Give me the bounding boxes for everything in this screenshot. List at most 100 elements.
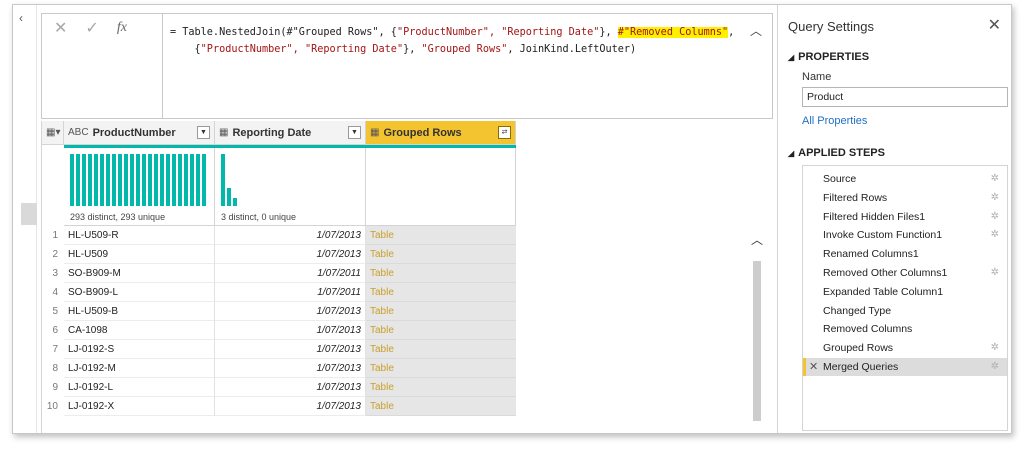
cell-reporting-date[interactable]: 1/07/2013 <box>215 321 366 340</box>
cell-productnumber[interactable]: HL-U509-R <box>64 226 215 245</box>
gear-icon[interactable]: ✲ <box>991 264 999 282</box>
cell-productnumber[interactable]: HL-U509 <box>64 245 215 264</box>
column-header-grouped-rows[interactable]: ▦ Grouped Rows ⇄ <box>366 121 516 145</box>
applied-step[interactable]: Removed Columns <box>803 320 1007 338</box>
cell-productnumber[interactable]: HL-U509-B <box>64 302 215 321</box>
table-row[interactable]: 4 SO-B909-L 1/07/2011 Table <box>42 283 540 302</box>
applied-step[interactable]: Grouped Rows ✲ <box>803 339 1007 357</box>
formula-part: }, <box>403 44 422 55</box>
table-row[interactable]: 7 LJ-0192-S 1/07/2013 Table <box>42 340 540 359</box>
cell-reporting-date[interactable]: 1/07/2013 <box>215 302 366 321</box>
commit-icon[interactable]: ✓ <box>85 18 98 38</box>
applied-step[interactable]: Expanded Table Column1 <box>803 283 1007 301</box>
gear-icon[interactable]: ✲ <box>991 170 999 188</box>
applied-step[interactable]: ✕ Merged Queries ✲ <box>803 358 1007 376</box>
formula-bar[interactable]: ✕ ✓ fx = Table.NestedJoin(#"Grouped Rows… <box>41 13 773 119</box>
cancel-icon[interactable]: ✕ <box>54 18 67 38</box>
applied-step[interactable]: Renamed Columns1 <box>803 245 1007 263</box>
cell-productnumber[interactable]: SO-B909-L <box>64 283 215 302</box>
applied-step[interactable]: Filtered Rows ✲ <box>803 189 1007 207</box>
scroll-thumb[interactable] <box>753 261 761 421</box>
distribution-bar <box>221 154 225 206</box>
gear-icon[interactable]: ✲ <box>991 208 999 226</box>
applied-step[interactable]: Changed Type <box>803 302 1007 320</box>
distribution-bar <box>233 198 237 206</box>
cell-reporting-date[interactable]: 1/07/2013 <box>215 397 366 416</box>
cell-reporting-date[interactable]: 1/07/2013 <box>215 359 366 378</box>
fx-icon[interactable]: fx <box>117 20 127 36</box>
row-number: 9 <box>52 382 58 393</box>
cell-reporting-date[interactable]: 1/07/2013 <box>215 245 366 264</box>
cell-grouped-rows-table-link[interactable]: Table <box>366 264 516 283</box>
cell-productnumber[interactable]: LJ-0192-L <box>64 378 215 397</box>
date-type-icon[interactable]: ▦ <box>219 127 228 138</box>
cell-grouped-rows-table-link[interactable]: Table <box>366 245 516 264</box>
applied-step[interactable]: Filtered Hidden Files1 ✲ <box>803 208 1007 226</box>
gear-icon[interactable]: ✲ <box>991 339 999 357</box>
formula-string: "ProductNumber", "Reporting Date" <box>200 44 404 55</box>
properties-heading[interactable]: ◢ PROPERTIES <box>788 51 869 63</box>
distribution-bar <box>112 154 116 206</box>
formula-part: { <box>170 44 201 55</box>
filter-dropdown-icon[interactable]: ▼ <box>197 126 210 139</box>
vertical-scrollbar[interactable]: ︿ <box>749 231 765 431</box>
expand-column-icon[interactable]: ⇄ <box>498 126 511 139</box>
cell-reporting-date[interactable]: 1/07/2011 <box>215 264 366 283</box>
all-properties-link[interactable]: All Properties <box>802 115 867 127</box>
cell-productnumber[interactable]: CA-1098 <box>64 321 215 340</box>
filter-dropdown-icon[interactable]: ▼ <box>348 126 361 139</box>
cell-productnumber[interactable]: LJ-0192-X <box>64 397 215 416</box>
cell-reporting-date[interactable]: 1/07/2013 <box>215 340 366 359</box>
text-type-icon[interactable]: ABC <box>68 127 89 138</box>
distribution-bar <box>100 154 104 206</box>
cell-grouped-rows-table-link[interactable]: Table <box>366 226 516 245</box>
cell-reporting-date[interactable]: 1/07/2013 <box>215 378 366 397</box>
table-type-icon[interactable]: ▦ <box>370 127 379 138</box>
cell-grouped-rows-table-link[interactable]: Table <box>366 359 516 378</box>
table-row[interactable]: 2 HL-U509 1/07/2013 Table <box>42 245 540 264</box>
cell-productnumber[interactable]: LJ-0192-M <box>64 359 215 378</box>
row-number: 8 <box>52 363 58 374</box>
cell-reporting-date[interactable]: 1/07/2011 <box>215 283 366 302</box>
gear-icon[interactable]: ✲ <box>991 189 999 207</box>
table-row[interactable]: 3 SO-B909-M 1/07/2011 Table <box>42 264 540 283</box>
cell-grouped-rows-table-link[interactable]: Table <box>366 397 516 416</box>
close-icon[interactable]: ✕ <box>988 15 1001 35</box>
applied-step[interactable]: Invoke Custom Function1 ✲ <box>803 226 1007 244</box>
cell-reporting-date[interactable]: 1/07/2013 <box>215 226 366 245</box>
column-header-reporting-date[interactable]: ▦ Reporting Date ▼ <box>215 121 366 145</box>
collapse-formula-icon[interactable]: ︿ <box>750 22 762 39</box>
cell-productnumber[interactable]: SO-B909-M <box>64 264 215 283</box>
gear-icon[interactable]: ✲ <box>991 226 999 244</box>
cell-productnumber[interactable]: LJ-0192-S <box>64 340 215 359</box>
formula-text[interactable]: = Table.NestedJoin(#"Grouped Rows", {"Pr… <box>170 24 740 58</box>
formula-part: , JoinKind.LeftOuter) <box>507 44 637 55</box>
applied-steps-heading[interactable]: ◢ APPLIED STEPS <box>788 147 885 159</box>
queries-pane-tab[interactable] <box>21 203 37 225</box>
name-label: Name <box>802 71 832 83</box>
scroll-up-icon[interactable]: ︿ <box>751 231 763 248</box>
formula-string: "ProductNumber", "Reporting Date" <box>396 27 600 38</box>
applied-step[interactable]: Source ✲ <box>803 170 1007 188</box>
cell-grouped-rows-table-link[interactable]: Table <box>366 340 516 359</box>
table-row[interactable]: 8 LJ-0192-M 1/07/2013 Table <box>42 359 540 378</box>
table-row[interactable]: 6 CA-1098 1/07/2013 Table <box>42 321 540 340</box>
table-row[interactable]: 10 LJ-0192-X 1/07/2013 Table <box>42 397 540 416</box>
column-profile-productnumber: 293 distinct, 293 unique <box>64 148 215 226</box>
cell-grouped-rows-table-link[interactable]: Table <box>366 321 516 340</box>
table-row[interactable]: 1 HL-U509-R 1/07/2013 Table <box>42 226 540 245</box>
gear-icon[interactable]: ✲ <box>991 358 999 376</box>
delete-step-icon[interactable]: ✕ <box>809 358 818 376</box>
table-row[interactable]: 9 LJ-0192-L 1/07/2013 Table <box>42 378 540 397</box>
profile-stat: 293 distinct, 293 unique <box>70 212 166 222</box>
column-header-productnumber[interactable]: ABC ProductNumber ▼ <box>64 121 215 145</box>
table-row[interactable]: 5 HL-U509-B 1/07/2013 Table <box>42 302 540 321</box>
expand-queries-icon[interactable]: ‹ <box>19 11 23 25</box>
applied-step[interactable]: Removed Other Columns1 ✲ <box>803 264 1007 282</box>
query-name-input[interactable] <box>802 87 1008 107</box>
cell-grouped-rows-table-link[interactable]: Table <box>366 378 516 397</box>
table-menu-button[interactable]: ▦▾ <box>42 121 64 145</box>
distribution-bar <box>196 154 200 206</box>
cell-grouped-rows-table-link[interactable]: Table <box>366 283 516 302</box>
cell-grouped-rows-table-link[interactable]: Table <box>366 302 516 321</box>
